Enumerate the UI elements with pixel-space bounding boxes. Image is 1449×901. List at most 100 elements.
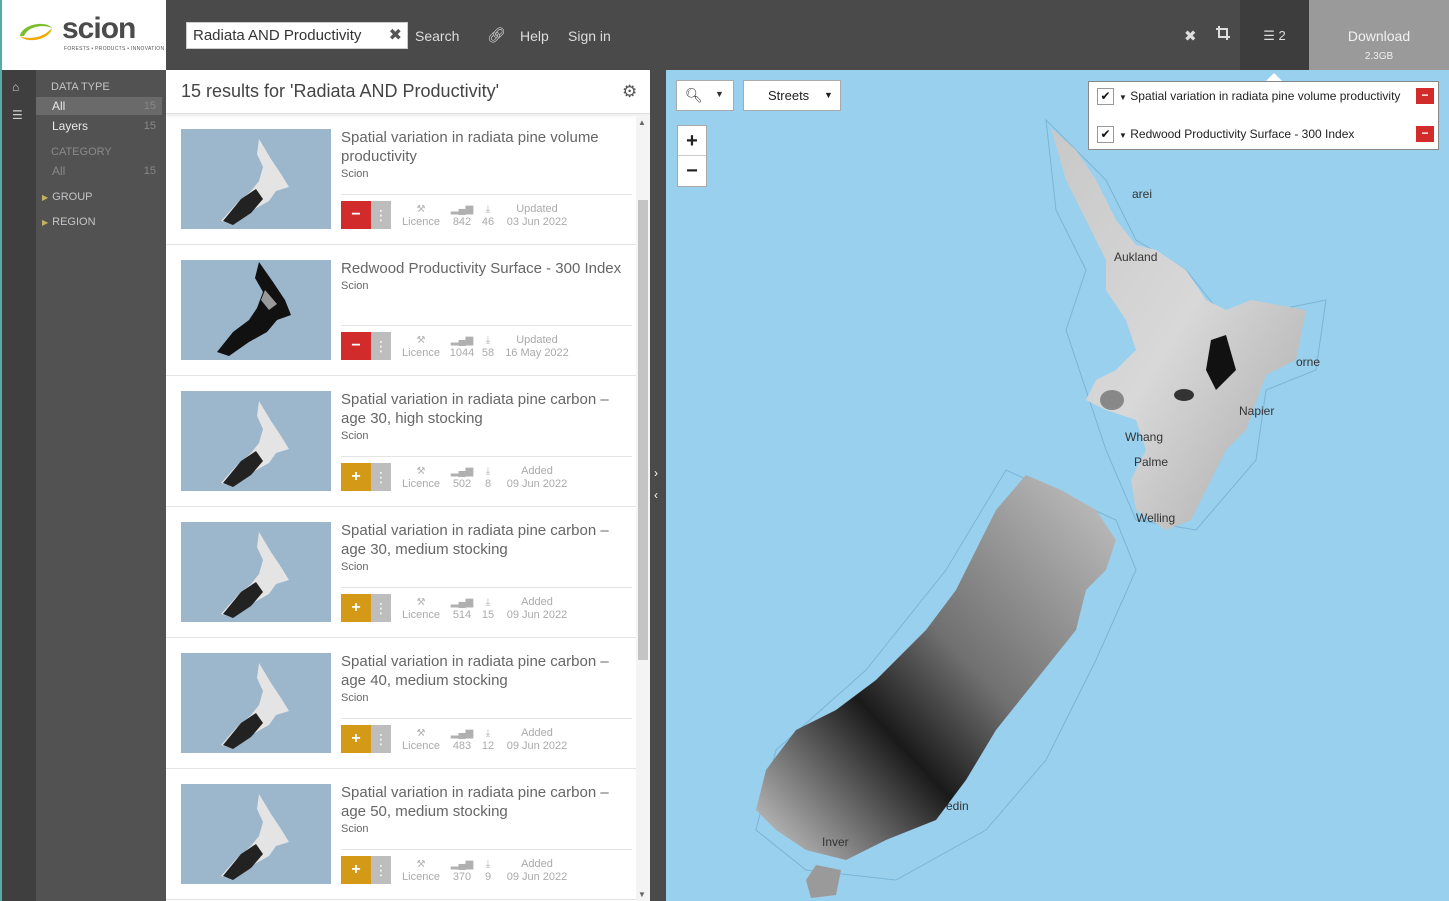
licence-stat[interactable]: ⚒ Licence [401, 596, 441, 622]
downloads-count: 9 [484, 871, 492, 883]
more-options-button[interactable]: ⋮ [371, 463, 391, 491]
group-filter-toggle[interactable]: ▶ GROUP [42, 191, 93, 203]
views-stat: ▂▄▆ 483 [447, 727, 477, 753]
result-org: Scion [341, 692, 369, 704]
zoom-out-button[interactable]: − [678, 156, 706, 186]
group-label: GROUP [52, 191, 93, 203]
result-thumbnail[interactable] [181, 260, 331, 360]
remove-from-map-button[interactable]: − [341, 201, 371, 229]
clear-search-icon[interactable]: ✖ [389, 25, 402, 45]
filter-label: All [52, 164, 66, 178]
more-options-button[interactable]: ⋮ [371, 201, 391, 229]
downloads-count: 8 [484, 478, 492, 490]
scroll-down-icon[interactable]: ▼ [638, 890, 646, 899]
layers-toggle-button[interactable]: ☰ 2 [1240, 0, 1309, 70]
icon-rail: ⌂ ☰ [0, 70, 36, 901]
legend-layer-title[interactable]: ▼ Spatial variation in radiata pine volu… [1119, 88, 1409, 106]
gavel-icon: ⚒ [416, 597, 426, 608]
result-thumbnail[interactable] [181, 784, 331, 884]
result-thumbnail[interactable] [181, 522, 331, 622]
download-icon: ⤓ [485, 728, 491, 739]
basemap-select[interactable]: Streets ▼ [743, 80, 841, 111]
licence-stat[interactable]: ⚒ Licence [401, 334, 441, 360]
collapse-left-icon[interactable]: ‹ [654, 488, 658, 502]
search-input[interactable] [187, 23, 377, 48]
licence-stat[interactable]: ⚒ Licence [401, 858, 441, 884]
layer-visibility-checkbox[interactable]: ✔ [1097, 88, 1114, 105]
more-options-button[interactable]: ⋮ [371, 856, 391, 884]
brand-name: scion [62, 12, 136, 45]
link-icon[interactable]: 🔗︎ [487, 26, 506, 44]
date-label: Added [521, 465, 553, 477]
remove-from-map-button[interactable]: − [341, 332, 371, 360]
add-to-map-button[interactable]: + [341, 856, 371, 884]
downloads-count: 46 [481, 216, 495, 228]
result-org: Scion [341, 823, 369, 835]
result-title[interactable]: Spatial variation in radiata pine carbon… [341, 390, 631, 428]
result-title[interactable]: Spatial variation in radiata pine carbon… [341, 652, 631, 690]
views-count: 842 [452, 216, 472, 228]
add-to-map-button[interactable]: + [341, 463, 371, 491]
result-title[interactable]: Redwood Productivity Surface - 300 Index [341, 259, 631, 278]
result-title[interactable]: Spatial variation in radiata pine volume… [341, 128, 631, 166]
result-title[interactable]: Spatial variation in radiata pine carbon… [341, 783, 631, 821]
sign-in-link[interactable]: Sign in [568, 28, 611, 44]
more-options-button[interactable]: ⋮ [371, 332, 391, 360]
filter-count: 15 [143, 100, 156, 112]
scroll-up-icon[interactable]: ▲ [638, 118, 646, 127]
date-label: Added [521, 858, 553, 870]
licence-stat[interactable]: ⚒ Licence [401, 203, 441, 229]
region-filter-toggle[interactable]: ▶ REGION [42, 216, 96, 228]
result-title-text: Spatial variation in radiata pine carbon… [341, 653, 609, 689]
layer-visibility-checkbox[interactable]: ✔ [1097, 126, 1114, 143]
add-to-map-button[interactable]: + [341, 725, 371, 753]
crop-icon[interactable] [1215, 25, 1231, 45]
zoom-in-button[interactable]: + [678, 126, 706, 156]
scion-logo[interactable]: scion FORESTS • PRODUCTS • INNOVATION [0, 0, 166, 70]
divider [341, 849, 632, 850]
expand-right-icon[interactable]: › [654, 466, 658, 480]
add-to-map-button[interactable]: + [341, 594, 371, 622]
remove-layer-button[interactable]: − [1416, 126, 1434, 142]
scrollbar-thumb[interactable] [638, 200, 648, 660]
licence-label: Licence [402, 216, 440, 228]
list-icon[interactable]: ☰ [12, 108, 23, 122]
more-options-button[interactable]: ⋮ [371, 725, 391, 753]
map-label: arei [1132, 187, 1153, 201]
downloads-stat: ⤓ 46 [478, 203, 498, 229]
caret-down-icon: ▼ [1119, 131, 1127, 140]
results-panel: Spatial variation in radiata pine volume… [166, 70, 650, 901]
signal-bars-icon: ▂▄▆ [450, 466, 474, 477]
divider [341, 456, 632, 457]
gear-icon[interactable]: ⚙ [622, 82, 637, 102]
clear-map-icon[interactable]: ✖ [1184, 27, 1197, 45]
filter-datatype-layers[interactable]: Layers 15 [36, 117, 162, 135]
result-thumbnail[interactable] [181, 653, 331, 753]
downloads-stat: ⤓ 58 [478, 334, 498, 360]
filter-category-all[interactable]: All 15 [36, 162, 162, 180]
caret-down-icon: ▼ [1119, 93, 1127, 102]
licence-stat[interactable]: ⚒ Licence [401, 465, 441, 491]
date-label: Added [521, 596, 553, 608]
signal-bars-icon: ▂▄▆ [450, 204, 474, 215]
result-title[interactable]: Spatial variation in radiata pine carbon… [341, 521, 631, 559]
download-icon: ⤓ [485, 204, 491, 215]
filter-datatype-all[interactable]: All 15 [36, 97, 162, 115]
zoom-tool-dropdown[interactable]: 🔍︎ ▼ [676, 80, 734, 111]
chevron-down-icon: ▼ [824, 90, 833, 100]
search-button[interactable]: Search [415, 28, 459, 44]
downloads-stat: ⤓ 9 [478, 858, 498, 884]
panel-splitter[interactable]: › ‹ [650, 70, 666, 901]
licence-stat[interactable]: ⚒ Licence [401, 727, 441, 753]
result-thumbnail[interactable] [181, 391, 331, 491]
remove-layer-button[interactable]: − [1416, 88, 1434, 104]
date-label: Added [521, 727, 553, 739]
legend-layer-title[interactable]: ▼ Redwood Productivity Surface - 300 Ind… [1119, 126, 1409, 144]
download-icon: ⤓ [485, 335, 491, 346]
result-thumbnail[interactable] [181, 129, 331, 229]
download-button[interactable]: Download 2.3GB [1309, 0, 1449, 70]
map-view[interactable]: Aukland Whang Palme Welling Napier orne … [666, 70, 1449, 901]
more-options-button[interactable]: ⋮ [371, 594, 391, 622]
home-icon[interactable]: ⌂ [12, 80, 19, 94]
help-link[interactable]: Help [520, 28, 549, 44]
